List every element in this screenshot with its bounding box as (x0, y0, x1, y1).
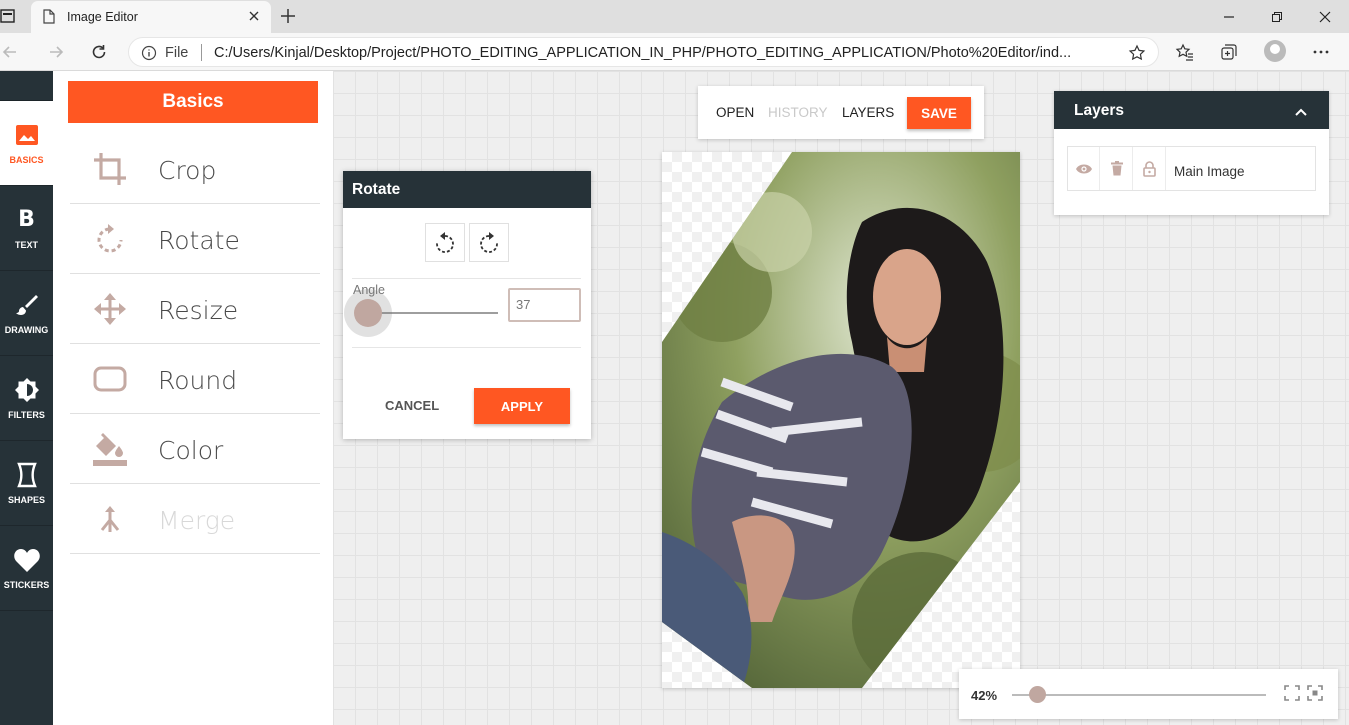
rail-label: DRAWING (4, 325, 49, 335)
rotate-right-button[interactable] (469, 223, 509, 262)
browser-tab[interactable]: Image Editor (31, 1, 271, 33)
cancel-button[interactable]: CANCEL (385, 398, 439, 413)
collections-icon[interactable] (1219, 42, 1239, 67)
brush-icon (15, 291, 39, 319)
tool-rotate[interactable]: Rotate (70, 204, 320, 274)
rail-label: TEXT (14, 240, 38, 250)
page-icon (43, 9, 55, 29)
tool-label: Color (158, 436, 224, 465)
history-button[interactable]: HISTORY (768, 105, 828, 120)
rail-label: FILTERS (8, 410, 45, 420)
window-menu-icon[interactable] (0, 8, 16, 29)
tool-merge[interactable]: Merge (70, 484, 320, 554)
rotated-photo (662, 152, 1020, 688)
rotate-icon (90, 221, 130, 257)
open-button[interactable]: OPEN (716, 105, 754, 120)
browser-tab-bar: Image Editor (0, 0, 1349, 33)
info-icon[interactable] (141, 45, 157, 66)
favorites-icon[interactable] (1175, 42, 1195, 67)
layers-button[interactable]: LAYERS (842, 105, 894, 120)
rail-item-shapes[interactable]: SHAPES (0, 441, 53, 526)
crop-icon (90, 151, 130, 187)
bold-text-icon: B (18, 207, 35, 232)
rail-label: BASICS (9, 155, 44, 165)
rail-item-text[interactable]: B TEXT (0, 186, 53, 271)
move-arrows-icon (90, 291, 130, 327)
tab-title: Image Editor (67, 10, 138, 24)
rotate-left-button[interactable] (425, 223, 465, 262)
zoom-bar: 42% (959, 669, 1338, 719)
tool-label: Round (158, 366, 238, 395)
tool-label: Resize (158, 296, 239, 325)
angle-input[interactable]: 37 (508, 288, 581, 322)
tool-label: Rotate (158, 226, 240, 255)
panel-divider (352, 278, 581, 279)
url-scheme-label: File (165, 45, 189, 61)
rail-label: SHAPES (7, 495, 45, 505)
layer-name: Main Image (1174, 164, 1245, 179)
fit-to-screen-icon[interactable] (1284, 685, 1300, 706)
tool-label: Crop (158, 156, 217, 185)
editor-toolbar: OPEN HISTORY LAYERS SAVE (698, 86, 984, 139)
address-bar: File C:/Users/Kinjal/Desktop/Project/PHO… (0, 33, 1349, 71)
rotate-panel-title: Rotate (343, 171, 591, 208)
brightness-icon (13, 376, 41, 404)
tool-round[interactable]: Round (70, 344, 320, 414)
basics-panel: Basics Crop Rotate Resize Round Color Me (53, 71, 333, 725)
minimize-icon[interactable] (1205, 0, 1253, 33)
fullscreen-icon[interactable] (1307, 685, 1323, 706)
image-icon (15, 121, 39, 149)
rail-item-drawing[interactable]: DRAWING (0, 271, 53, 356)
chevron-up-icon[interactable] (1295, 104, 1307, 122)
shape-icon (16, 461, 38, 489)
tool-color[interactable]: Color (70, 414, 320, 484)
tool-resize[interactable]: Resize (70, 274, 320, 344)
lock-layer-icon[interactable] (1134, 147, 1166, 190)
rail-item-stickers[interactable]: STICKERS (0, 526, 53, 611)
angle-slider-thumb[interactable] (354, 299, 382, 327)
url-separator (201, 44, 202, 61)
category-rail: BASICS B TEXT DRAWING FILTERS SHAPES STI… (0, 71, 53, 725)
rail-item-filters[interactable]: FILTERS (0, 356, 53, 441)
rotate-right-icon (480, 231, 498, 253)
new-tab-icon[interactable] (279, 7, 297, 30)
save-button[interactable]: SAVE (907, 97, 971, 129)
close-tab-icon[interactable] (247, 9, 261, 28)
apply-button[interactable]: APPLY (474, 388, 570, 424)
visibility-eye-icon[interactable] (1068, 147, 1100, 190)
paint-bucket-icon (90, 431, 130, 467)
zoom-slider-thumb[interactable] (1028, 686, 1046, 703)
restore-icon[interactable] (1253, 0, 1301, 33)
layer-item[interactable]: Main Image (1067, 146, 1316, 191)
rail-top-strip (0, 71, 53, 101)
image-canvas[interactable] (662, 152, 1020, 688)
more-options-icon[interactable] (1311, 42, 1331, 67)
layers-panel-header[interactable]: Layers (1054, 91, 1329, 129)
tool-label: Merge (158, 506, 236, 535)
reload-icon[interactable] (89, 42, 109, 67)
forward-icon[interactable] (46, 42, 66, 67)
back-icon[interactable] (0, 42, 20, 67)
layers-panel: Layers Main Image (1054, 91, 1329, 215)
rotate-left-icon (436, 231, 454, 253)
add-favorite-icon[interactable] (1128, 44, 1146, 67)
rounded-rect-icon (90, 361, 130, 397)
url-field[interactable]: File C:/Users/Kinjal/Desktop/Project/PHO… (128, 37, 1159, 67)
rail-label: STICKERS (3, 580, 50, 590)
close-window-icon[interactable] (1301, 0, 1349, 33)
profile-avatar[interactable] (1264, 40, 1286, 62)
zoom-percentage: 42% (971, 688, 998, 703)
heart-icon (13, 546, 41, 574)
rotate-panel: Rotate Angle 37 CANCEL APPLY (343, 171, 591, 439)
zoom-slider-track[interactable] (1012, 694, 1266, 696)
tool-crop[interactable]: Crop (70, 134, 320, 204)
panel-divider (352, 347, 581, 348)
merge-icon (90, 501, 130, 537)
delete-layer-icon[interactable] (1101, 147, 1133, 190)
basics-header: Basics (68, 81, 318, 123)
rail-item-basics[interactable]: BASICS (0, 101, 53, 186)
url-text[interactable]: C:/Users/Kinjal/Desktop/Project/PHOTO_ED… (214, 45, 1109, 61)
layers-panel-title: Layers (1074, 102, 1124, 119)
